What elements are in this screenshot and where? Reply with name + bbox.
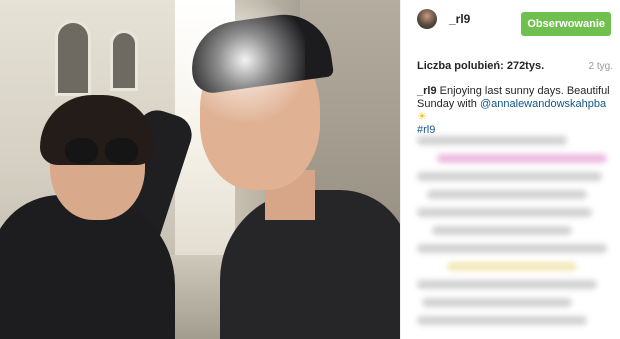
photo-sunglasses xyxy=(65,138,140,168)
comment-blur xyxy=(447,262,577,271)
post-header: _rl9 Obserwowanie xyxy=(401,0,620,38)
comment-blur xyxy=(417,172,602,181)
comment-blur xyxy=(437,154,607,163)
post-caption: _rl9 Enjoying last sunny days. Beautiful… xyxy=(417,85,613,137)
caption-mention[interactable]: @annalewandowskahpba xyxy=(480,98,606,110)
photo-window xyxy=(110,30,138,91)
comment-blur xyxy=(417,280,597,289)
comment-blur xyxy=(417,244,607,253)
blurred-comments xyxy=(417,132,613,332)
avatar-icon[interactable] xyxy=(417,9,437,29)
comment-blur xyxy=(432,226,572,235)
likes-count[interactable]: Liczba polubień: 272tys. xyxy=(417,60,544,72)
username-link[interactable]: _rl9 xyxy=(449,12,470,26)
comment-blur xyxy=(417,136,567,145)
follow-button[interactable]: Obserwowanie xyxy=(521,12,611,36)
comment-blur xyxy=(417,208,592,217)
post-sidebar: _rl9 Obserwowanie Liczba polubień: 272ty… xyxy=(400,0,620,339)
post-photo[interactable] xyxy=(0,0,400,339)
comment-blur xyxy=(417,316,587,325)
instagram-post-embed: _rl9 Obserwowanie Liczba polubień: 272ty… xyxy=(0,0,620,339)
comment-blur xyxy=(422,298,572,307)
sun-icon: ☀ xyxy=(417,111,427,123)
likes-row: Liczba polubień: 272tys. 2 tyg. xyxy=(417,60,613,72)
caption-author[interactable]: _rl9 xyxy=(417,85,437,97)
photo-window xyxy=(55,20,91,96)
post-time[interactable]: 2 tyg. xyxy=(589,61,613,72)
photo-sun-flare xyxy=(185,0,305,150)
comment-blur xyxy=(427,190,587,199)
